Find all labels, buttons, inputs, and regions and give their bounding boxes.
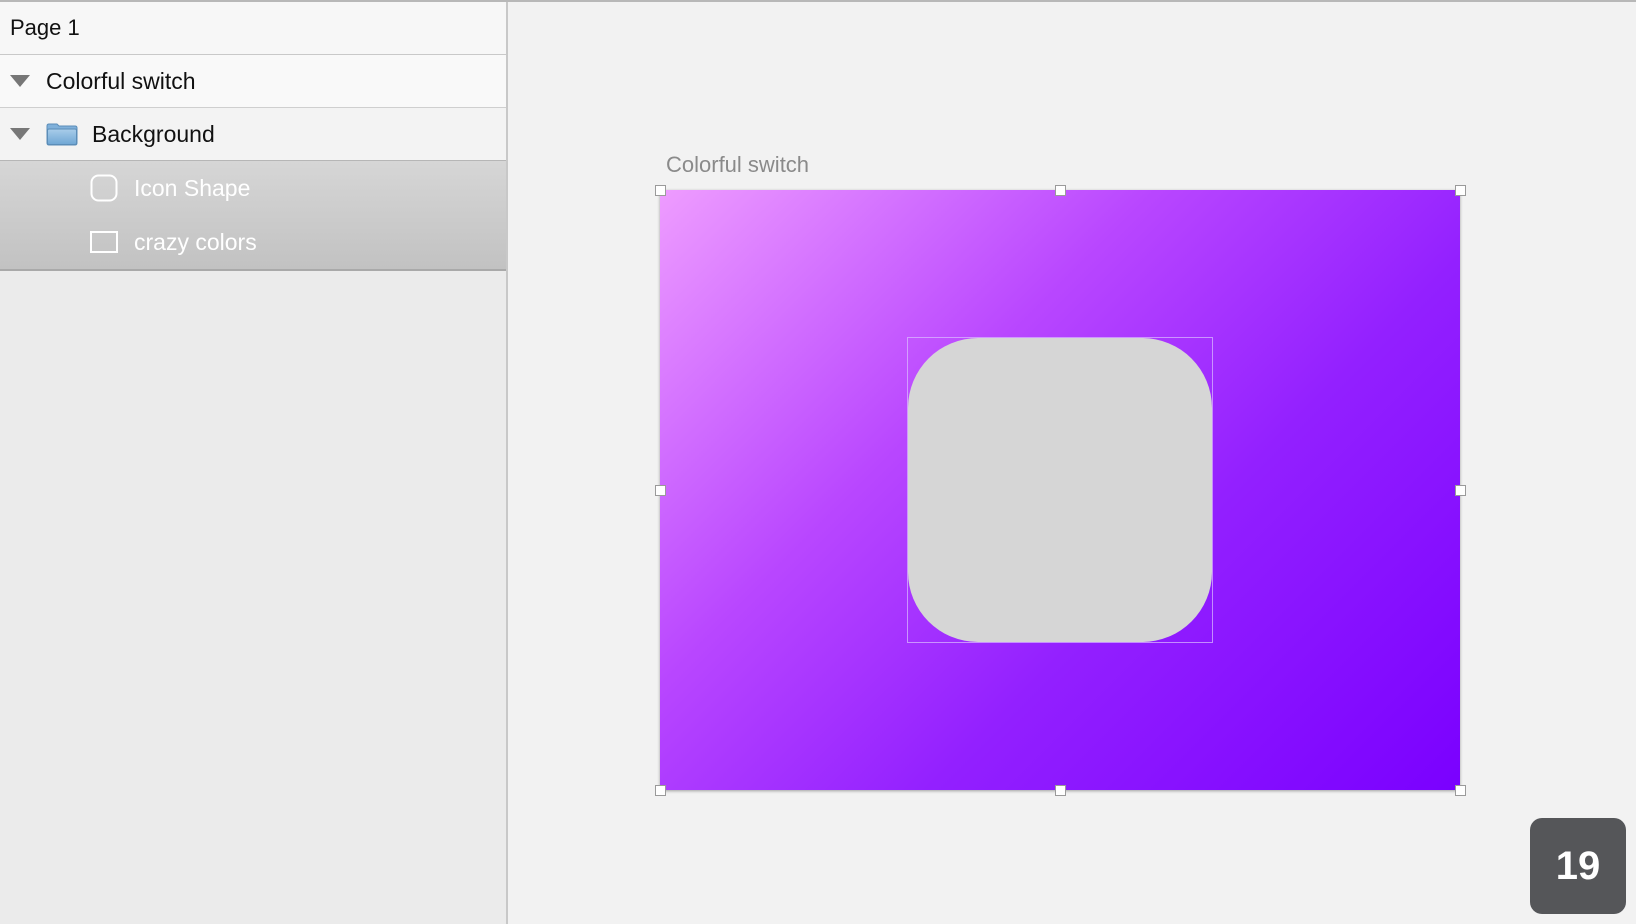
disclosure-triangle-icon[interactable] bbox=[10, 128, 30, 140]
layers-panel: Page 1 Colorful switch Background Icon S… bbox=[0, 2, 508, 924]
artboard-colorful-switch[interactable] bbox=[660, 190, 1460, 790]
disclosure-triangle-icon[interactable] bbox=[10, 75, 30, 87]
rounded-rect-icon bbox=[90, 174, 118, 202]
icon-shape[interactable] bbox=[908, 338, 1212, 642]
layer-row-artboard[interactable]: Colorful switch bbox=[0, 55, 506, 108]
artboard-layer-name: Colorful switch bbox=[46, 67, 196, 94]
resize-handle-top[interactable] bbox=[1055, 185, 1066, 196]
group-layer-name: Background bbox=[92, 120, 215, 147]
layer-row-crazy-colors[interactable]: crazy colors bbox=[0, 215, 506, 269]
resize-handle-right[interactable] bbox=[1455, 485, 1466, 496]
layer-name: crazy colors bbox=[134, 228, 257, 255]
icon-shape-bounds bbox=[907, 337, 1213, 643]
resize-handle-top-right[interactable] bbox=[1455, 185, 1466, 196]
resize-handle-left[interactable] bbox=[655, 485, 666, 496]
resize-handle-top-left[interactable] bbox=[655, 185, 666, 196]
resize-handle-bottom-right[interactable] bbox=[1455, 785, 1466, 796]
step-badge: 19 bbox=[1530, 818, 1626, 914]
page-name: Page 1 bbox=[10, 15, 80, 40]
selected-layers: Icon Shape crazy colors bbox=[0, 161, 506, 271]
folder-icon bbox=[46, 122, 78, 146]
rectangle-icon bbox=[90, 231, 118, 253]
resize-handle-bottom[interactable] bbox=[1055, 785, 1066, 796]
artboard-title[interactable]: Colorful switch bbox=[666, 152, 809, 178]
resize-handle-bottom-left[interactable] bbox=[655, 785, 666, 796]
layer-name: Icon Shape bbox=[134, 174, 251, 201]
layer-row-icon-shape[interactable]: Icon Shape bbox=[0, 161, 506, 215]
page-selector[interactable]: Page 1 bbox=[0, 2, 506, 55]
layer-row-group[interactable]: Background bbox=[0, 108, 506, 161]
